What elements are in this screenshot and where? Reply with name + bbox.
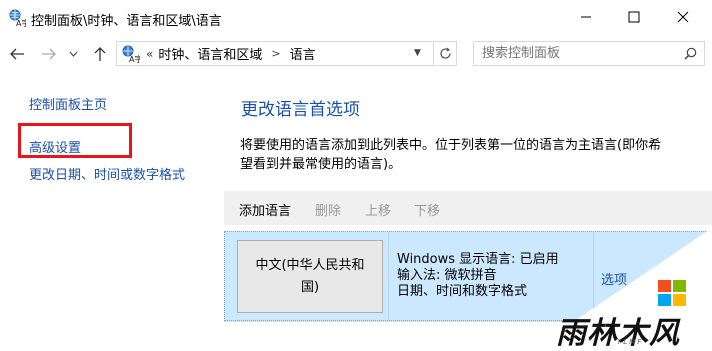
arrow-up-icon (94, 47, 106, 61)
language-toolbar: 添加语言 删除 上移 下移 (224, 191, 712, 225)
language-location-icon: A字 (122, 45, 140, 63)
title-bar: A字 控制面板\时钟、语言和区域\语言 (0, 0, 712, 36)
window-title: 控制面板\时钟、语言和区域\语言 (31, 14, 222, 29)
search-input[interactable] (474, 42, 679, 65)
sidebar-item-date-time-format[interactable]: 更改日期、时间或数字格式 (29, 164, 185, 183)
arrow-right-icon (42, 48, 56, 60)
back-button[interactable] (6, 44, 28, 64)
navigation-bar: A字 « 时钟、语言和区域 > 语言 ▼ (0, 36, 712, 72)
language-name-button[interactable]: 中文(中华人民共和国) (237, 240, 383, 313)
forward-button[interactable] (38, 44, 60, 64)
breadcrumb-clock-language-region[interactable]: 时钟、语言和区域 (158, 44, 262, 63)
svg-text:A字: A字 (129, 54, 140, 63)
page-description: 将要使用的语言添加到此列表中。位于列表第一位的语言为主语言(即你希望看到并最常使… (240, 138, 662, 172)
language-app-icon: A字 (9, 9, 26, 27)
up-button[interactable] (89, 44, 111, 64)
move-down-button[interactable]: 下移 (414, 200, 440, 219)
close-icon (677, 11, 689, 23)
add-language-button[interactable]: 添加语言 (239, 200, 291, 219)
refresh-icon (440, 47, 451, 59)
watermark-subtext: YLMF (617, 338, 644, 346)
page-title: 更改语言首选项 (241, 100, 360, 120)
address-history-dropdown-icon[interactable]: ▼ (414, 48, 421, 58)
arrow-left-icon (10, 48, 24, 60)
maximize-icon (628, 11, 640, 23)
sidebar-item-advanced-settings[interactable]: 高级设置 (29, 137, 81, 156)
windows-logo-icon (658, 280, 686, 306)
svg-text:A字: A字 (16, 18, 26, 27)
address-bar[interactable]: A字 « 时钟、语言和区域 > 语言 ▼ (116, 41, 434, 66)
column-divider (388, 232, 389, 320)
chevron-down-icon (69, 51, 77, 57)
search-icon[interactable] (684, 47, 697, 60)
move-up-button[interactable]: 上移 (365, 200, 391, 219)
minimize-icon (581, 16, 591, 18)
recent-locations-button[interactable] (67, 44, 79, 64)
breadcrumb-separator-icon[interactable]: > (271, 47, 280, 60)
search-box[interactable] (473, 41, 705, 66)
close-button[interactable] (660, 0, 706, 34)
minimize-button[interactable] (563, 0, 609, 34)
language-name: 中文(中华人民共和国) (255, 257, 365, 295)
breadcrumb-language[interactable]: 语言 (290, 44, 316, 63)
maximize-button[interactable] (611, 0, 657, 34)
sidebar-item-control-panel-home[interactable]: 控制面板主页 (29, 94, 107, 113)
remove-language-button[interactable]: 删除 (315, 200, 341, 219)
address-overflow[interactable]: « (146, 47, 153, 61)
refresh-button[interactable] (435, 41, 457, 66)
